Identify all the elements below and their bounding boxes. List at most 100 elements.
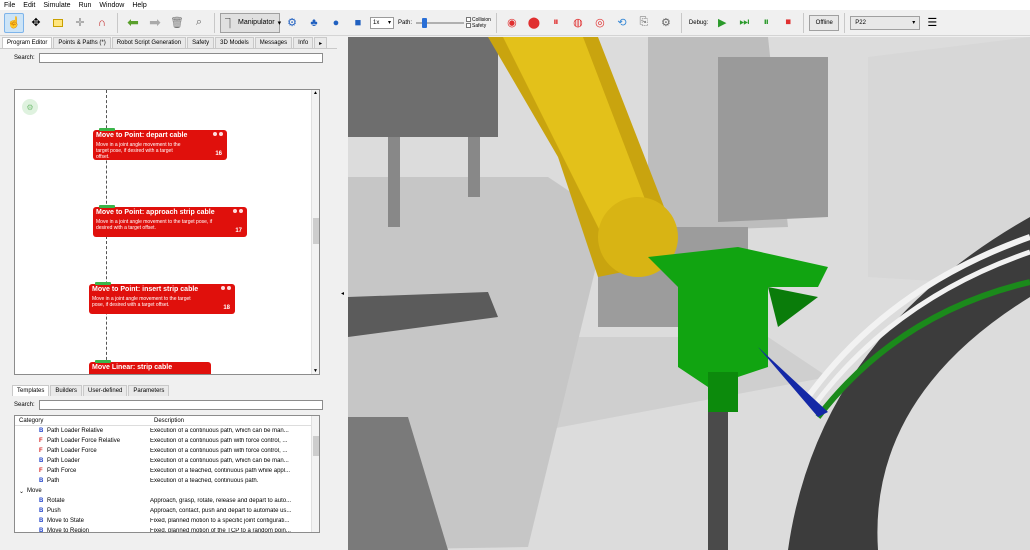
- tab-safety[interactable]: Safety: [187, 37, 215, 48]
- search-label: Search:: [14, 55, 35, 61]
- row-name: Push: [47, 508, 61, 514]
- program-search-input[interactable]: [38, 53, 323, 63]
- scroll-up-icon[interactable]: ▲: [312, 90, 319, 96]
- forward-button[interactable]: ➡: [145, 13, 165, 33]
- menu-window[interactable]: Window: [99, 2, 124, 9]
- offline-button[interactable]: Offline: [809, 14, 840, 31]
- program-flow-canvas[interactable]: ⚙ Move to Point: depart cable Move in a …: [14, 89, 320, 375]
- sim-run-button[interactable]: ◎: [590, 13, 610, 33]
- program-dropdown[interactable]: P22 ▾: [850, 15, 921, 30]
- basic-template-icon: B: [39, 498, 44, 504]
- main-tabs: Program Editor Points & Paths (*) Robot …: [0, 37, 337, 49]
- select-tool-button[interactable]: ☝: [4, 12, 24, 33]
- joint-jog-button[interactable]: ⚙: [282, 13, 302, 33]
- menu-run[interactable]: Run: [79, 2, 92, 9]
- template-tree[interactable]: Category Description B Path Loader Relati…: [14, 415, 320, 533]
- 3d-viewport[interactable]: [348, 37, 1030, 550]
- program-block[interactable]: Move to Point: approach strip cable Move…: [93, 205, 247, 237]
- tab-user-defined[interactable]: User-defined: [83, 385, 128, 396]
- path-slider[interactable]: [416, 17, 465, 29]
- row-category: B Move to Region: [15, 528, 150, 532]
- tab-robot-script[interactable]: Robot Script Generation: [111, 37, 187, 48]
- debug-step-button[interactable]: ⏭: [734, 13, 754, 33]
- magnifier-icon: ⌕: [195, 16, 203, 28]
- tree-row[interactable]: B Path Execution of a teached, continuous …: [15, 476, 319, 486]
- basic-template-icon: B: [39, 518, 44, 524]
- find-button[interactable]: ⌕: [189, 13, 209, 33]
- record-button[interactable]: ◉: [502, 13, 522, 33]
- tree-row[interactable]: F Path Loader Force Relative Execution of …: [15, 436, 319, 446]
- delete-button[interactable]: 🗑: [167, 13, 187, 33]
- sync-icon: ⟲: [617, 17, 627, 29]
- axis-tool-button[interactable]: ✛: [70, 13, 90, 33]
- row-category: B Push: [15, 508, 150, 514]
- menu-file[interactable]: File: [4, 2, 15, 9]
- tree-row[interactable]: B Path Loader Execution of a continuous pa…: [15, 456, 319, 466]
- row-name: Path Loader: [47, 458, 80, 464]
- block-menu[interactable]: [213, 132, 223, 136]
- move-tool-button[interactable]: ✥: [26, 13, 46, 33]
- program-block[interactable]: Move to Point: insert strip cable Move i…: [89, 282, 235, 314]
- safety-label: Safety: [472, 22, 487, 29]
- menu-edit[interactable]: Edit: [23, 2, 35, 9]
- template-search-input[interactable]: [38, 400, 323, 410]
- block-menu[interactable]: [221, 286, 231, 290]
- scrollbar-thumb[interactable]: [313, 218, 319, 244]
- tab-points-paths[interactable]: Points & Paths (*): [53, 37, 111, 48]
- breakpoint-button[interactable]: ◍: [568, 13, 588, 33]
- tab-scroll-right[interactable]: ▸: [314, 37, 328, 48]
- magnet-tool-button[interactable]: ∩: [92, 13, 112, 33]
- program-block[interactable]: Move to Point: depart cable Move in a jo…: [93, 128, 227, 160]
- tree-row[interactable]: B Path Loader Relative Execution of a cont…: [15, 426, 319, 436]
- header-category[interactable]: Category: [15, 418, 150, 424]
- tab-builders[interactable]: Builders: [50, 385, 83, 396]
- scrollbar-thumb[interactable]: [313, 436, 319, 456]
- tab-messages[interactable]: Messages: [254, 37, 293, 48]
- menu-simulate[interactable]: Simulate: [43, 2, 70, 9]
- row-description: Execution of a continuous path, which ca…: [150, 458, 289, 464]
- manipulator-dropdown[interactable]: ⏋ Manipulator ▾: [220, 12, 281, 33]
- stop-jog-button[interactable]: ■: [348, 13, 368, 33]
- block-number: 18: [223, 305, 230, 311]
- block-connector: [99, 128, 115, 131]
- tab-program-editor[interactable]: Program Editor: [2, 37, 53, 48]
- tree-scrollbar[interactable]: [311, 416, 319, 532]
- magnet-icon: ∩: [98, 16, 106, 29]
- header-description[interactable]: Description: [150, 418, 184, 424]
- tab-3d-models[interactable]: 3D Models: [215, 37, 254, 48]
- safety-checkbox[interactable]: Safety: [466, 23, 491, 29]
- tcp-jog-button[interactable]: ♣: [304, 13, 324, 33]
- tab-parameters[interactable]: Parameters: [128, 385, 170, 396]
- tab-templates[interactable]: Templates: [12, 385, 50, 396]
- record-point-button[interactable]: ●: [326, 13, 346, 33]
- debug-stop-button[interactable]: ⏹: [778, 13, 798, 33]
- stop-button[interactable]: ⬤: [524, 13, 544, 33]
- speed-dropdown[interactable]: 1x ▾: [370, 16, 394, 29]
- slider-thumb[interactable]: [422, 17, 428, 28]
- tree-row[interactable]: F Path Loader Force Execution of a continu…: [15, 446, 319, 456]
- sync-button[interactable]: ⟲: [612, 13, 632, 33]
- tree-row[interactable]: B Push Approach, contact, push and depart …: [15, 506, 319, 516]
- rectangle-tool-button[interactable]: [48, 13, 68, 33]
- layout-button[interactable]: ☰: [922, 13, 942, 33]
- settings-button[interactable]: ⚙: [656, 13, 676, 33]
- debug-pause-button[interactable]: ⏸: [756, 13, 776, 33]
- tree-row[interactable]: B Rotate Approach, grasp, rotate, release …: [15, 496, 319, 506]
- panel-splitter[interactable]: ◂: [337, 37, 348, 550]
- tree-row[interactable]: B Move to Region Fixed, planned motion of …: [15, 526, 319, 532]
- scroll-down-icon[interactable]: ▼: [312, 368, 319, 374]
- menu-help[interactable]: Help: [132, 2, 146, 9]
- block-menu[interactable]: [233, 209, 243, 213]
- tree-row[interactable]: B Move to State Fixed, planned motion to a…: [15, 516, 319, 526]
- tree-group-move[interactable]: ⌄ Move: [15, 486, 319, 496]
- export-button[interactable]: ⎘: [634, 13, 654, 33]
- block-title: Move to Point: insert strip cable: [92, 286, 199, 293]
- pause-button[interactable]: ⏸: [546, 13, 566, 33]
- tab-info[interactable]: Info: [293, 37, 314, 48]
- back-button[interactable]: ⬅: [123, 13, 143, 33]
- flow-scrollbar[interactable]: ▲ ▼: [311, 90, 319, 374]
- program-block[interactable]: Move Linear: strip cable: [89, 360, 211, 374]
- debug-run-button[interactable]: ▶: [712, 13, 732, 33]
- pause-icon: ⏸: [763, 16, 770, 28]
- tree-row[interactable]: F Path Force Execution of a teached, conti…: [15, 466, 319, 476]
